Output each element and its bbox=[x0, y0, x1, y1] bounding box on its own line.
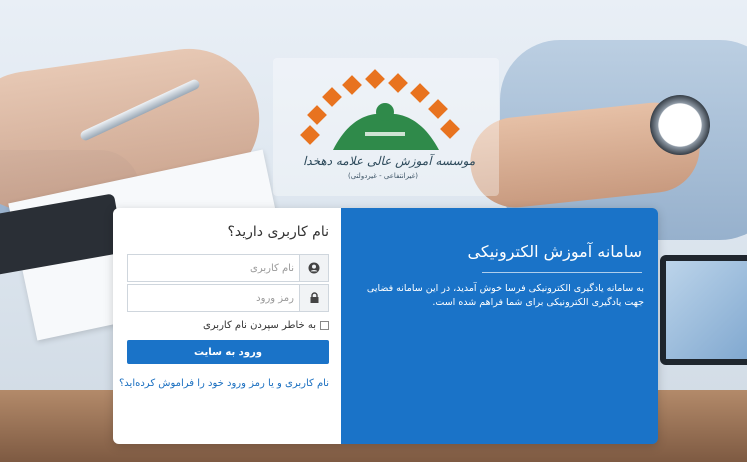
institute-name: موسسه آموزش عالی علامه دهخدا bbox=[303, 154, 476, 168]
site-title: سامانه آموزش الکترونیکی bbox=[467, 242, 642, 261]
remember-checkbox[interactable] bbox=[320, 321, 329, 330]
institute-subtitle: (غیرانتفاعی - غیردولتی) bbox=[348, 172, 418, 180]
remember-label: به خاطر سپردن نام کاربری bbox=[202, 320, 316, 331]
photo-device-right bbox=[660, 255, 747, 365]
username-input[interactable] bbox=[128, 255, 300, 281]
username-field bbox=[127, 254, 329, 282]
info-panel: سامانه آموزش الکترونیکی به سامانه یادگیر… bbox=[341, 208, 658, 444]
user-icon bbox=[299, 255, 328, 281]
photo-watch bbox=[650, 95, 710, 155]
forgot-credentials-link[interactable]: نام کاربری و یا رمز ورود خود را فراموش ک… bbox=[119, 376, 329, 391]
login-card: نام کاربری دارید؟ به خاطر bbox=[113, 208, 658, 444]
remember-username[interactable]: به خاطر سپردن نام کاربری bbox=[203, 320, 329, 331]
login-panel: نام کاربری دارید؟ به خاطر bbox=[113, 208, 341, 444]
password-input[interactable] bbox=[128, 285, 300, 311]
logo-panel: موسسه آموزش عالی علامه دهخدا (غیرانتفاعی… bbox=[273, 58, 499, 196]
login-heading: نام کاربری دارید؟ bbox=[227, 224, 329, 240]
welcome-text: به سامانه یادگیری الکترونیکی فرسا خوش آم… bbox=[366, 283, 644, 308]
login-button[interactable]: ورود به سایت bbox=[127, 340, 329, 364]
password-field bbox=[127, 284, 329, 312]
title-divider bbox=[482, 272, 642, 273]
lock-icon bbox=[299, 285, 328, 311]
institute-logo-icon bbox=[300, 69, 460, 150]
